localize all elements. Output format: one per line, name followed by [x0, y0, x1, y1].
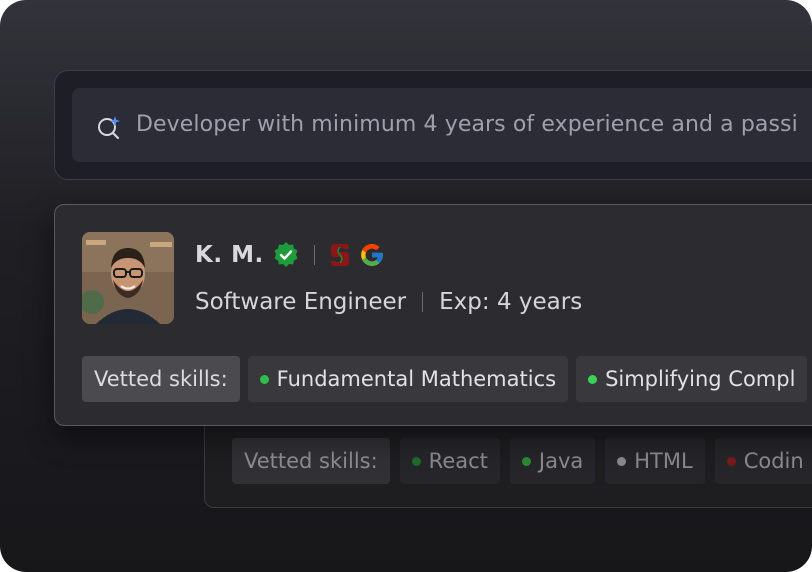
role-row: Software Engineer Exp: 4 years	[195, 289, 582, 315]
search-input[interactable]: Developer with minimum 4 years of experi…	[72, 88, 812, 162]
skill-dot	[259, 374, 269, 384]
skill-chip: Simplifying Compl	[576, 356, 808, 402]
vetted-skills-label: Vetted skills:	[232, 438, 390, 484]
experience-value: 4 years	[496, 289, 583, 315]
experience: Exp: 4 years	[439, 289, 582, 315]
vetted-skills-row: Vetted skills: Fundamental Mathematics S…	[82, 356, 808, 402]
candidate-role: Software Engineer	[195, 289, 407, 315]
skill-label: Simplifying Compl	[605, 367, 796, 391]
stage: Developer with minimum 4 years of experi…	[0, 0, 812, 572]
candidate-name: K. M.	[195, 242, 264, 268]
divider	[422, 292, 424, 312]
skill-dot	[411, 456, 421, 466]
avatar-image	[82, 232, 174, 324]
skill-chip: Codin	[714, 438, 812, 484]
skill-chip: Java	[509, 438, 596, 484]
skill-dot	[617, 456, 627, 466]
search-panel: Developer with minimum 4 years of experi…	[54, 70, 812, 180]
skill-dot	[521, 456, 531, 466]
candidate-card[interactable]: K. M. Software Engineer Exp: 4 years Vet…	[54, 204, 812, 426]
ai-search-icon	[98, 116, 120, 140]
skill-label: Fundamental Mathematics	[276, 367, 557, 391]
skill-label: Java	[538, 449, 584, 473]
skill-chip: Fundamental Mathematics	[247, 356, 569, 402]
skill-dot	[588, 374, 598, 384]
skill-label: Codin	[743, 449, 804, 473]
vetted-skills-row: Vetted skills: React Java HTML Codin	[232, 438, 812, 484]
skill-label: HTML	[634, 449, 693, 473]
avatar	[82, 232, 174, 324]
stanford-logo-icon	[330, 244, 349, 266]
skill-dot	[726, 456, 736, 466]
skill-chip: HTML	[605, 438, 705, 484]
google-logo-icon	[360, 244, 383, 266]
experience-label: Exp:	[439, 289, 490, 315]
verified-badge-icon	[274, 242, 298, 267]
candidate-card-back[interactable]: Vetted skills: React Java HTML Codin	[204, 418, 812, 508]
search-query: Developer with minimum 4 years of experi…	[136, 112, 798, 137]
divider	[313, 245, 315, 265]
name-row: K. M.	[195, 238, 385, 272]
vetted-skills-label: Vetted skills:	[82, 356, 240, 402]
skill-chip: React	[399, 438, 500, 484]
skill-label: React	[428, 449, 488, 473]
